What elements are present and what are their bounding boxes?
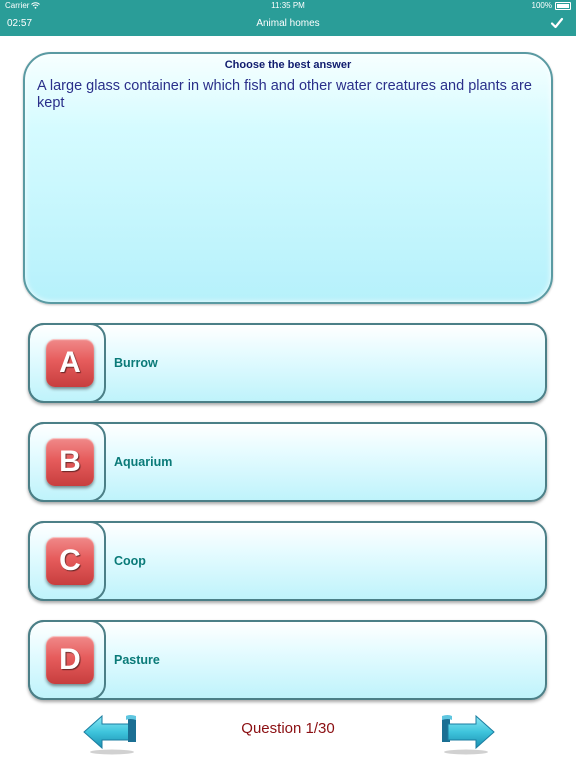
checkmark-icon[interactable] bbox=[550, 16, 564, 30]
answer-option-b[interactable]: B Aquarium bbox=[28, 422, 547, 502]
answer-option-a[interactable]: A Burrow bbox=[28, 323, 547, 403]
clock: 11:35 PM bbox=[271, 1, 305, 10]
answer-option-d[interactable]: D Pasture bbox=[28, 620, 547, 700]
battery-percent: 100% bbox=[531, 1, 552, 10]
battery-icon bbox=[555, 1, 571, 10]
arrow-right-icon[interactable] bbox=[440, 712, 496, 756]
answer-label: Coop bbox=[114, 554, 146, 568]
answer-label: Burrow bbox=[114, 356, 158, 370]
answer-label: Pasture bbox=[114, 653, 160, 667]
letter-badge-b: B bbox=[46, 438, 94, 486]
answer-label: Aquarium bbox=[114, 455, 173, 469]
battery: 100% bbox=[532, 1, 571, 10]
status-bar: Carrier 11:35 PM 100% bbox=[0, 0, 576, 12]
question-text: A large glass container in which fish an… bbox=[37, 78, 532, 111]
answer-option-c[interactable]: C Coop bbox=[28, 521, 547, 601]
question-card: Choose the best answer A large glass con… bbox=[23, 52, 553, 304]
letter-badge-c: C bbox=[46, 537, 94, 585]
letter-badge-a: A bbox=[46, 339, 94, 387]
navigation-bar: 02:57 Animal homes bbox=[0, 12, 576, 36]
question-heading: Choose the best answer bbox=[224, 59, 352, 71]
page-title: Animal homes bbox=[256, 18, 320, 29]
letter-badge-d: D bbox=[46, 636, 94, 684]
